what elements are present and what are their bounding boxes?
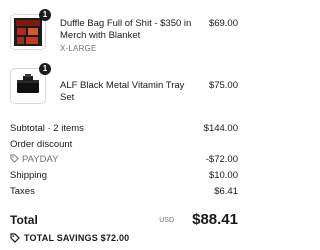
tag-icon [10,154,19,163]
taxes-value: $6.41 [214,186,238,197]
total-label: Total [10,213,38,227]
order-discount-label: Order discount [10,139,73,150]
total-savings-label: TOTAL SAVINGS $72.00 [24,233,130,243]
quantity-badge: 1 [39,63,51,75]
total-row: Total USD $88.41 [10,210,238,230]
subtotal-value: $144.00 [203,123,238,134]
taxes-row: Taxes $6.41 [10,186,238,198]
total-value: $88.41 [192,211,238,228]
total-savings: TOTAL SAVINGS $72.00 [10,233,129,243]
discount-code: PAYDAY [10,154,58,165]
product-name: Duffle Bag Full of Shit - $350 in Merch … [60,18,192,41]
cart-item: 1 ALF Black Metal Vitamin Tray Set $75.0… [0,63,250,106]
shipping-label: Shipping [10,170,47,181]
discount-code-row: PAYDAY -$72.00 [10,154,238,166]
total-currency: USD [159,217,174,224]
product-variant: X-LARGE [60,44,97,53]
shipping-value: $10.00 [208,170,238,181]
cart-item: 1 Duffle Bag Full of Shit - $350 in Merc… [0,9,250,58]
vitamin-tray-product-image [17,74,39,93]
duffle-bag-product-image [14,18,42,46]
shipping-row: Shipping $10.00 [10,170,238,182]
discount-code-text: PAYDAY [22,154,59,165]
taxes-label: Taxes [10,186,35,197]
product-thumbnail: 1 [10,63,51,104]
product-name: ALF Black Metal Vitamin Tray Set [60,80,185,103]
quantity-badge: 1 [39,9,51,21]
order-discount-row: Order discount [10,139,238,151]
subtotal-label: Subtotal · 2 items [10,123,84,134]
product-thumbnail: 1 [10,9,51,50]
product-price: $75.00 [208,80,238,91]
product-price: $69.00 [208,18,238,29]
subtotal-row: Subtotal · 2 items $144.00 [10,123,238,135]
tag-icon [10,233,20,243]
discount-value: -$72.00 [205,154,238,165]
